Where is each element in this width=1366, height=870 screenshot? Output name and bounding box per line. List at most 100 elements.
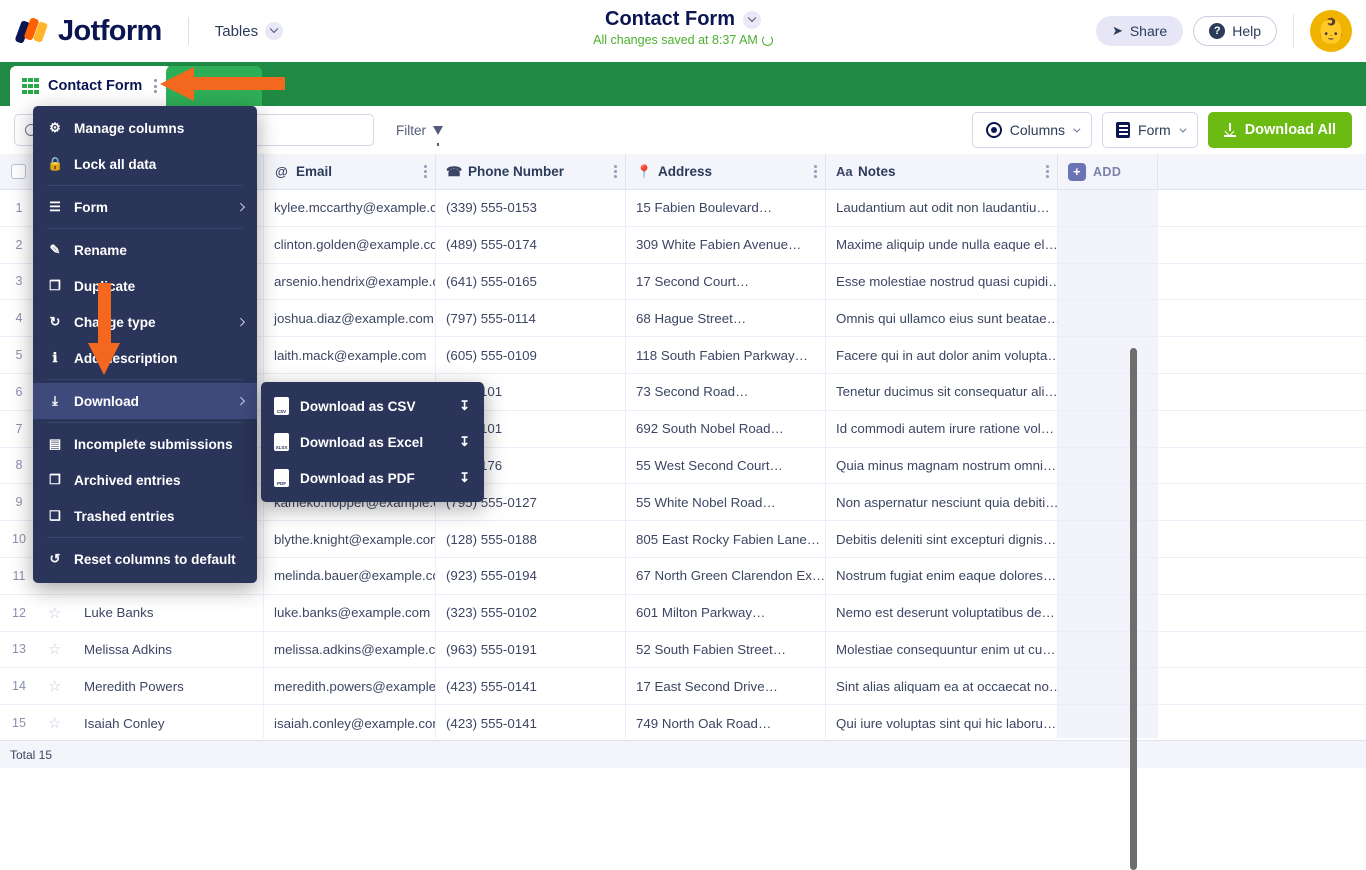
column-menu-icon[interactable] bbox=[614, 165, 617, 177]
column-menu-icon[interactable] bbox=[814, 165, 817, 177]
cell-phone[interactable]: (923) 555-0194 bbox=[436, 558, 626, 594]
cell-email[interactable]: melissa.adkins@example.com bbox=[264, 632, 436, 668]
product-selector[interactable]: Tables bbox=[215, 22, 283, 40]
menu-item-rename[interactable]: ✎Rename bbox=[33, 232, 257, 268]
cell-notes[interactable]: Tenetur ducimus sit consequatur ali… bbox=[826, 374, 1058, 410]
star-icon[interactable]: ☆ bbox=[48, 640, 61, 658]
cell-name[interactable]: Isaiah Conley bbox=[74, 705, 264, 738]
download-submenu[interactable]: Download as CSV↧Download as Excel↧Downlo… bbox=[261, 382, 484, 502]
menu-item-trashed-entries[interactable]: ❑Trashed entries bbox=[33, 498, 257, 534]
cell-address[interactable]: 17 Second Court… bbox=[626, 264, 826, 300]
add-tab-button[interactable]: Add Tab bbox=[166, 66, 262, 106]
cell-address[interactable]: 749 North Oak Road… bbox=[626, 705, 826, 738]
cell-address[interactable]: 68 Hague Street… bbox=[626, 300, 826, 336]
cell-email[interactable]: arsenio.hendrix@example.c… bbox=[264, 264, 436, 300]
menu-item-archived-entries[interactable]: ❒Archived entries bbox=[33, 462, 257, 498]
menu-item-incomplete-submissions[interactable]: ▤Incomplete submissions bbox=[33, 426, 257, 462]
cell-notes[interactable]: Qui iure voluptas sint qui hic laboru… bbox=[826, 705, 1058, 738]
row-star-cell[interactable]: ☆ bbox=[38, 632, 74, 668]
cell-email[interactable]: laith.mack@example.com bbox=[264, 337, 436, 373]
vertical-scrollbar[interactable] bbox=[1130, 348, 1137, 870]
avatar[interactable]: 👶 bbox=[1310, 10, 1352, 52]
cell-email[interactable]: clinton.golden@example.com bbox=[264, 227, 436, 263]
cell-phone[interactable]: (339) 555-0153 bbox=[436, 190, 626, 226]
column-header-email[interactable]: @ Email bbox=[264, 154, 436, 189]
menu-item-form[interactable]: ☰Form bbox=[33, 189, 257, 225]
cell-notes[interactable]: Sint alias aliquam ea at occaecat no… bbox=[826, 668, 1058, 704]
add-column-header[interactable]: + ADD bbox=[1058, 154, 1158, 189]
cell-email[interactable]: blythe.knight@example.com bbox=[264, 521, 436, 557]
row-star-cell[interactable]: ☆ bbox=[38, 668, 74, 704]
select-all-checkbox[interactable] bbox=[11, 164, 26, 179]
cell-notes[interactable]: Debitis deleniti sint excepturi dignis… bbox=[826, 521, 1058, 557]
menu-item-manage-columns[interactable]: ⚙Manage columns bbox=[33, 110, 257, 146]
cell-email[interactable]: kylee.mccarthy@example.c… bbox=[264, 190, 436, 226]
cell-notes[interactable]: Nostrum fugiat enim eaque dolores… bbox=[826, 558, 1058, 594]
download-all-button[interactable]: Download All bbox=[1208, 112, 1352, 148]
cell-phone[interactable]: (489) 555-0174 bbox=[436, 227, 626, 263]
cell-email[interactable]: meredith.powers@example… bbox=[264, 668, 436, 704]
cell-notes[interactable]: Esse molestiae nostrud quasi cupidi… bbox=[826, 264, 1058, 300]
menu-item-change-type[interactable]: ↻Change type bbox=[33, 304, 257, 340]
columns-button[interactable]: Columns bbox=[972, 112, 1092, 148]
cell-phone[interactable]: (423) 555-0141 bbox=[436, 668, 626, 704]
cell-notes[interactable]: Id commodi autem irure ratione vol… bbox=[826, 411, 1058, 447]
menu-item-duplicate[interactable]: ❐Duplicate bbox=[33, 268, 257, 304]
help-button[interactable]: ? Help bbox=[1193, 16, 1277, 46]
cell-phone[interactable]: (323) 555-0102 bbox=[436, 595, 626, 631]
sheet-tab-contact-form[interactable]: Contact Form bbox=[10, 66, 172, 106]
form-title-row[interactable]: Contact Form bbox=[605, 8, 761, 31]
table-row[interactable]: 13☆Melissa Adkinsmelissa.adkins@example.… bbox=[0, 632, 1366, 669]
tab-kebab-menu-icon[interactable] bbox=[151, 76, 160, 96]
cell-notes[interactable]: Quia minus magnam nostrum omni… bbox=[826, 448, 1058, 484]
row-star-cell[interactable]: ☆ bbox=[38, 705, 74, 738]
cell-notes[interactable]: Maxime aliquip unde nulla eaque el… bbox=[826, 227, 1058, 263]
column-header-address[interactable]: 📍 Address bbox=[626, 154, 826, 189]
column-header-notes[interactable]: Aa Notes bbox=[826, 154, 1058, 189]
cell-notes[interactable]: Nemo est deserunt voluptatibus de… bbox=[826, 595, 1058, 631]
submenu-item-pdf[interactable]: Download as PDF↧ bbox=[261, 460, 484, 496]
cell-address[interactable]: 55 White Nobel Road… bbox=[626, 484, 826, 520]
cell-notes[interactable]: Non aspernatur nesciunt quia debiti… bbox=[826, 484, 1058, 520]
menu-item-download[interactable]: ⤓Download bbox=[33, 383, 257, 419]
cell-phone[interactable]: (128) 555-0188 bbox=[436, 521, 626, 557]
cell-name[interactable]: Meredith Powers bbox=[74, 668, 264, 704]
form-button[interactable]: Form bbox=[1102, 112, 1198, 148]
menu-item-add-description[interactable]: ℹAdd description bbox=[33, 340, 257, 376]
cell-notes[interactable]: Omnis qui ullamco eius sunt beatae… bbox=[826, 300, 1058, 336]
column-menu-icon[interactable] bbox=[1046, 165, 1049, 177]
star-icon[interactable]: ☆ bbox=[48, 604, 61, 622]
cell-address[interactable]: 309 White Fabien Avenue… bbox=[626, 227, 826, 263]
cell-notes[interactable]: Molestiae consequuntur enim ut cu… bbox=[826, 632, 1058, 668]
tab-context-menu[interactable]: ⚙Manage columns🔒Lock all data☰Form✎Renam… bbox=[33, 106, 257, 583]
cell-email[interactable]: isaiah.conley@example.com bbox=[264, 705, 436, 738]
cell-address[interactable]: 601 Milton Parkway… bbox=[626, 595, 826, 631]
star-icon[interactable]: ☆ bbox=[48, 677, 61, 695]
cell-email[interactable]: joshua.diaz@example.com bbox=[264, 300, 436, 336]
table-row[interactable]: 15☆Isaiah Conleyisaiah.conley@example.co… bbox=[0, 705, 1366, 738]
cell-address[interactable]: 118 South Fabien Parkway… bbox=[626, 337, 826, 373]
cell-address[interactable]: 55 West Second Court… bbox=[626, 448, 826, 484]
cell-email[interactable]: luke.banks@example.com bbox=[264, 595, 436, 631]
cell-phone[interactable]: (423) 555-0141 bbox=[436, 705, 626, 738]
cell-notes[interactable]: Facere qui in aut dolor anim volupta… bbox=[826, 337, 1058, 373]
cell-phone[interactable]: (605) 555-0109 bbox=[436, 337, 626, 373]
cell-address[interactable]: 67 North Green Clarendon Ex… bbox=[626, 558, 826, 594]
cell-phone[interactable]: (641) 555-0165 bbox=[436, 264, 626, 300]
share-button[interactable]: ➤ Share bbox=[1096, 16, 1183, 46]
cell-address[interactable]: 805 East Rocky Fabien Lane… bbox=[626, 521, 826, 557]
submenu-item-xlsx[interactable]: Download as Excel↧ bbox=[261, 424, 484, 460]
cell-name[interactable]: Luke Banks bbox=[74, 595, 264, 631]
cell-phone[interactable]: (963) 555-0191 bbox=[436, 632, 626, 668]
menu-item-reset-columns-to-default[interactable]: ↺Reset columns to default bbox=[33, 541, 257, 577]
cell-address[interactable]: 52 South Fabien Street… bbox=[626, 632, 826, 668]
cell-phone[interactable]: (797) 555-0114 bbox=[436, 300, 626, 336]
cell-notes[interactable]: Laudantium aut odit non laudantiu… bbox=[826, 190, 1058, 226]
star-icon[interactable]: ☆ bbox=[48, 714, 61, 732]
table-row[interactable]: 12☆Luke Banksluke.banks@example.com(323)… bbox=[0, 595, 1366, 632]
column-menu-icon[interactable] bbox=[424, 165, 427, 177]
submenu-item-csv[interactable]: Download as CSV↧ bbox=[261, 388, 484, 424]
cell-name[interactable]: Melissa Adkins bbox=[74, 632, 264, 668]
table-row[interactable]: 14☆Meredith Powersmeredith.powers@exampl… bbox=[0, 668, 1366, 705]
column-header-phone[interactable]: ☎ Phone Number bbox=[436, 154, 626, 189]
